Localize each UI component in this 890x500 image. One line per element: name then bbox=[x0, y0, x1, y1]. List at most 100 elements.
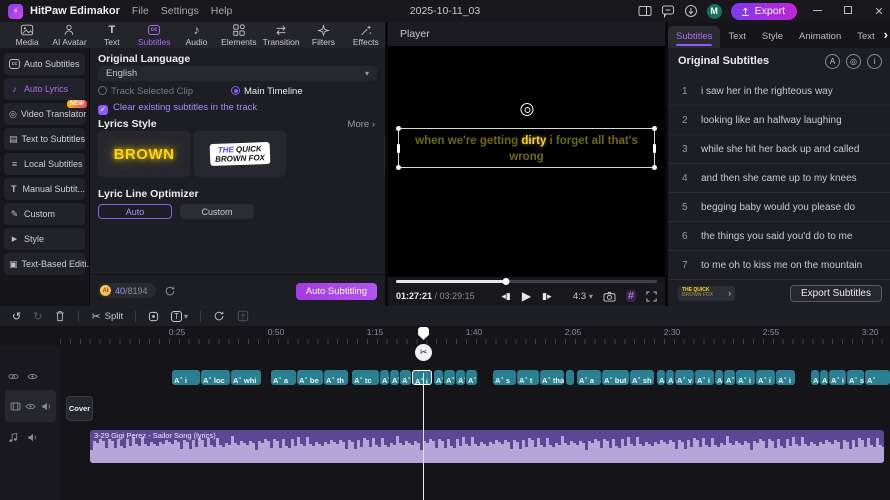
undo-icon[interactable]: ↺ bbox=[12, 310, 21, 323]
prev-frame-button[interactable]: ◂▮ bbox=[501, 291, 510, 302]
layout-panel-icon[interactable] bbox=[638, 5, 652, 17]
sidebar-item-video-translator[interactable]: ◎Video TranslatorNEW bbox=[4, 103, 85, 125]
playhead-split-scissors-icon[interactable]: ✂ bbox=[415, 344, 432, 361]
play-button[interactable]: ▶ bbox=[522, 289, 531, 303]
subtitle-clip[interactable]: A✦ i bbox=[829, 370, 846, 385]
menu-settings[interactable]: Settings bbox=[161, 5, 199, 17]
ribbon-item-audio[interactable]: ♪Audio bbox=[177, 22, 215, 48]
resize-handle-bl[interactable] bbox=[396, 165, 401, 170]
subtitle-text[interactable]: while she hit her back up and called bbox=[701, 144, 859, 155]
sidebar-item-style[interactable]: ▶Style bbox=[4, 228, 85, 250]
subtitle-clip[interactable]: A✦ bbox=[657, 370, 665, 385]
optimizer-auto-button[interactable]: Auto bbox=[98, 204, 172, 219]
delete-icon[interactable] bbox=[54, 310, 66, 322]
subtitle-clip[interactable]: A✦ tha bbox=[540, 370, 564, 385]
subtitle-clip[interactable]: A✦ tc bbox=[352, 370, 379, 385]
text-tool-icon[interactable]: T▾ bbox=[171, 311, 188, 322]
next-frame-button[interactable]: ▮▸ bbox=[542, 291, 551, 302]
subtitle-text[interactable]: and then she came up to my knees bbox=[701, 173, 857, 184]
subtitle-clip[interactable]: A✦ whi bbox=[231, 370, 261, 385]
cover-clip[interactable]: Cover bbox=[66, 396, 93, 421]
tab-text[interactable]: Text bbox=[720, 26, 753, 48]
subtitle-text[interactable]: the things you said you'd do to me bbox=[701, 231, 852, 242]
resize-handle-tr[interactable] bbox=[652, 126, 657, 131]
subtitle-clip[interactable]: A✦ a bbox=[577, 370, 601, 385]
download-icon[interactable] bbox=[684, 4, 698, 18]
fullscreen-icon[interactable] bbox=[646, 291, 657, 302]
timeline-ruler[interactable]: 0:250:501:151:402:052:302:553:20 bbox=[0, 326, 890, 346]
player-progress-bar[interactable] bbox=[396, 280, 657, 283]
auto-translate-icon[interactable]: A bbox=[825, 54, 840, 69]
subtitle-clip[interactable]: A✦ bbox=[715, 370, 723, 385]
menu-help[interactable]: Help bbox=[211, 5, 233, 17]
progress-knob[interactable] bbox=[502, 278, 509, 285]
subtitle-text[interactable]: begging baby would you please do bbox=[701, 202, 855, 213]
tab-subtitles[interactable]: Subtitles bbox=[668, 26, 720, 48]
subtitle-clip[interactable]: A✦ bbox=[390, 370, 399, 385]
subtitle-clip[interactable]: A✦ bbox=[865, 370, 890, 385]
subtitle-clip[interactable]: A✦ bbox=[466, 370, 477, 385]
more-styles-link[interactable]: More bbox=[348, 119, 375, 130]
close-button[interactable]: ✕ bbox=[868, 5, 890, 18]
subtitle-clip[interactable]: A✦ bbox=[400, 370, 411, 385]
info-icon[interactable]: i bbox=[867, 54, 882, 69]
video-preview[interactable]: when we're getting dirty i forget all th… bbox=[388, 46, 665, 277]
subtitle-clip[interactable] bbox=[566, 370, 574, 385]
minimize-button[interactable] bbox=[806, 5, 828, 17]
subtitle-text[interactable]: looking like an halfway laughing bbox=[701, 115, 842, 126]
sidebar-item-custom[interactable]: ✎Custom bbox=[4, 203, 85, 225]
record-loop-icon[interactable] bbox=[213, 310, 225, 322]
redo-icon[interactable]: ↻ bbox=[33, 310, 42, 323]
sidebar-item-manual-subtitles[interactable]: TManual Subtit... bbox=[4, 178, 85, 200]
maximize-button[interactable] bbox=[837, 5, 859, 17]
ribbon-item-subtitles[interactable]: ccSubtitles bbox=[135, 22, 173, 48]
refresh-credits-icon[interactable] bbox=[164, 285, 176, 297]
sidebar-item-auto-lyrics[interactable]: ♪Auto Lyrics bbox=[4, 78, 85, 100]
language-select[interactable]: English ▾ bbox=[98, 66, 377, 81]
ribbon-item-effects[interactable]: Effects bbox=[347, 22, 385, 48]
ribbon-item-transition[interactable]: Transition bbox=[262, 22, 300, 48]
subtitle-clip[interactable]: A✦ sh bbox=[630, 370, 654, 385]
resize-handle-tl[interactable] bbox=[396, 126, 401, 131]
sidebar-item-text-based-editing[interactable]: ▣Text-Based Editi... bbox=[4, 253, 85, 275]
subtitle-clip[interactable]: A✦ a bbox=[271, 370, 296, 385]
subtitle-track-link-icon[interactable] bbox=[8, 372, 19, 381]
rotate-handle[interactable] bbox=[520, 103, 533, 116]
subtitle-clip[interactable]: A✦ th bbox=[324, 370, 348, 385]
caption-selection-box[interactable]: when we're getting dirty i forget all th… bbox=[398, 128, 655, 168]
split-label[interactable]: Split bbox=[105, 311, 123, 322]
subtitle-row[interactable]: 7to me oh to kiss me on the mountain bbox=[668, 251, 890, 280]
user-avatar[interactable]: M bbox=[707, 4, 722, 19]
video-track-eye-icon[interactable] bbox=[25, 402, 36, 411]
ribbon-item-text[interactable]: TText bbox=[93, 22, 131, 48]
subtitle-track-eye-icon[interactable] bbox=[27, 372, 38, 381]
ribbon-item-media[interactable]: Media bbox=[8, 22, 46, 48]
video-track-sound-icon[interactable] bbox=[41, 402, 52, 411]
subtitle-clip[interactable]: A✦ but bbox=[602, 370, 629, 385]
lyrics-style-card-quick-brown-fox[interactable]: THE QUICKBROWN FOX bbox=[194, 131, 286, 177]
upload-clip-icon[interactable] bbox=[237, 310, 249, 322]
sidebar-item-local-subtitles[interactable]: ≡Local Subtitles bbox=[4, 153, 85, 175]
subtitle-row[interactable]: 2looking like an halfway laughing bbox=[668, 106, 890, 135]
video-track-header[interactable] bbox=[5, 390, 56, 422]
radio-track-selected-clip[interactable]: Track Selected Clip bbox=[98, 86, 193, 97]
split-icon[interactable]: ✂ bbox=[91, 310, 100, 323]
export-subtitles-button[interactable]: Export Subtitles bbox=[790, 285, 882, 302]
audio-track-sound-icon[interactable] bbox=[27, 432, 38, 443]
radio-main-timeline[interactable]: Main Timeline bbox=[231, 86, 303, 97]
optimizer-custom-button[interactable]: Custom bbox=[180, 204, 254, 219]
current-style-chip[interactable]: THE QUICKBROWN FOX › bbox=[678, 286, 735, 301]
subtitle-clip[interactable]: A✦ bbox=[456, 370, 465, 385]
subtitle-row[interactable]: 4and then she came up to my knees bbox=[668, 164, 890, 193]
subtitle-clip[interactable]: A✦ i bbox=[756, 370, 775, 385]
lyrics-style-card-brown[interactable]: BROWN bbox=[98, 131, 190, 177]
feedback-icon[interactable] bbox=[661, 4, 675, 18]
subtitle-row[interactable]: 1i saw her in the righteous way bbox=[668, 77, 890, 106]
sidebar-item-text-to-subtitles[interactable]: ▤Text to Subtitles bbox=[4, 128, 85, 150]
subtitle-clip[interactable]: A✦ bbox=[444, 370, 455, 385]
subtitle-clip[interactable]: A✦ bbox=[811, 370, 819, 385]
grid-overlay-icon[interactable]: # bbox=[626, 290, 636, 302]
subtitle-clip[interactable]: A✦ be bbox=[297, 370, 323, 385]
tab-animation[interactable]: Animation bbox=[791, 26, 849, 48]
subtitle-clip[interactable]: A✦ i bbox=[172, 370, 200, 385]
